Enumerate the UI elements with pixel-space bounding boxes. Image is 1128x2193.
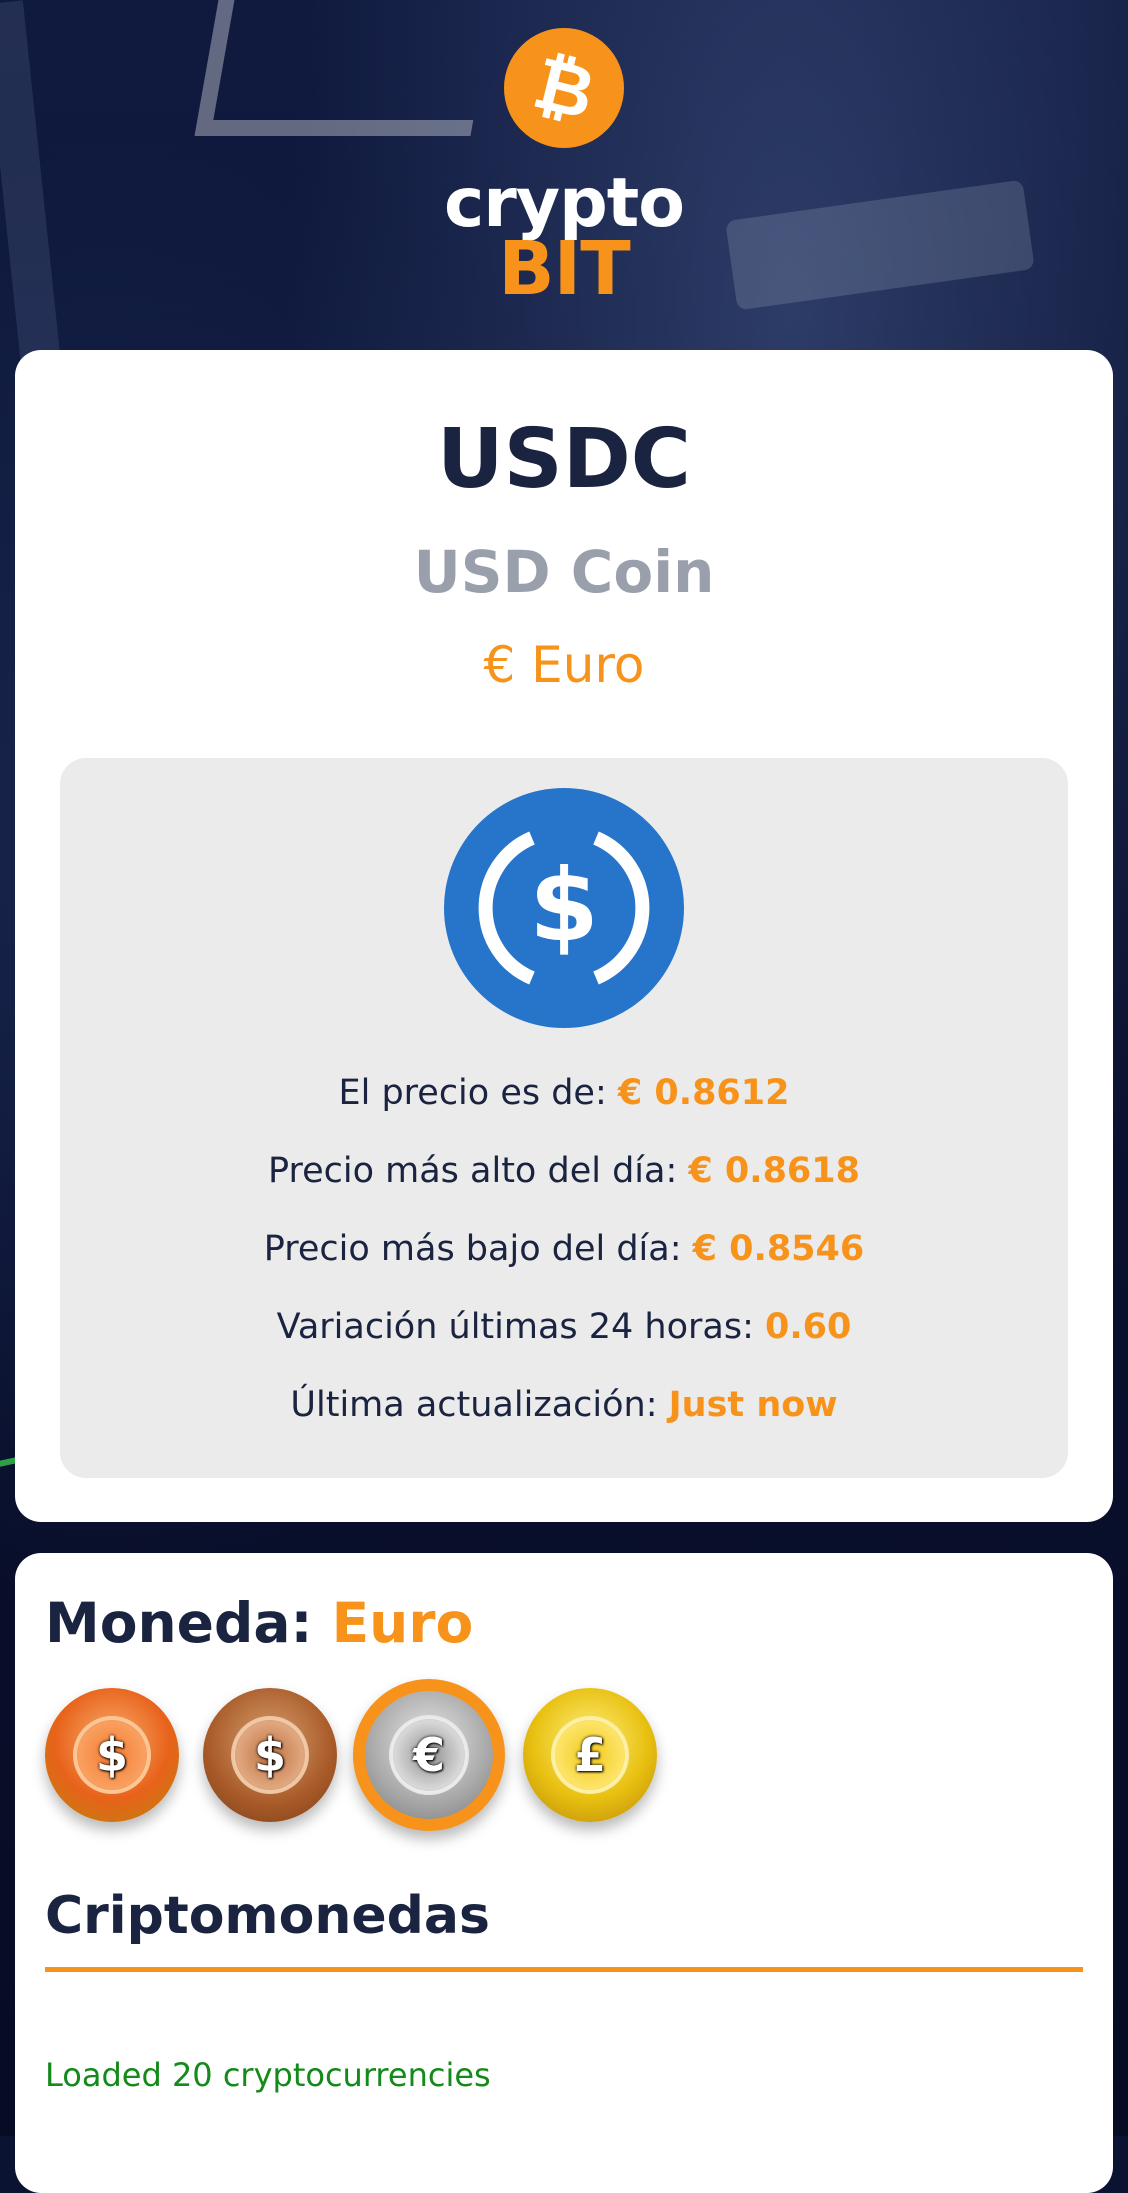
variation-row: Variación últimas 24 horas: 0.60 [60, 1302, 1068, 1352]
currency-heading-value: Euro [331, 1591, 474, 1655]
price-panel: $ El precio es de: € 0.8612 Precio más a… [60, 758, 1068, 1478]
high-value: € 0.8618 [688, 1151, 860, 1191]
variation-label: Variación últimas 24 horas: [276, 1307, 766, 1347]
crypto-detail-card: USDC USD Coin € Euro $ El precio es de: … [15, 350, 1113, 1522]
crypto-list-title: Criptomonedas [45, 1886, 490, 1946]
coin-symbol: € [412, 1728, 445, 1782]
coin-symbol: $ [95, 1728, 128, 1782]
high-label: Precio más alto del día: [267, 1151, 689, 1191]
currency-heading: Moneda: Euro [45, 1583, 473, 1663]
currency-heading-label: Moneda: [45, 1591, 332, 1655]
brand-name-bottom: BIT [498, 226, 630, 312]
eur-coin-button[interactable]: € [353, 1679, 505, 1831]
low-value: € 0.8546 [692, 1229, 865, 1269]
gbp-coin-button[interactable]: £ [523, 1688, 657, 1822]
bitcoin-icon: ₿ [504, 28, 624, 148]
crypto-name: USD Coin [413, 538, 715, 606]
price-label: El precio es de: [338, 1073, 618, 1113]
app-header: ₿ crypto BIT [0, 0, 1128, 340]
crypto-symbol: USDC [437, 412, 691, 507]
price-row: El precio es de: € 0.8612 [60, 1068, 1068, 1118]
coin-symbol: £ [573, 1728, 606, 1782]
logo-glyph: ₿ [525, 40, 603, 136]
svg-text:$: $ [529, 847, 599, 964]
euro-silver-coin-icon: € [389, 1715, 469, 1795]
dollar-orange-coin-icon: $ [73, 1716, 151, 1794]
last-update-label: Última actualización: [290, 1385, 669, 1425]
usdc-icon: $ [444, 788, 684, 1028]
price-value: € 0.8612 [617, 1073, 790, 1113]
divider [45, 1967, 1083, 1972]
low-label: Precio más bajo del día: [263, 1229, 693, 1269]
last-update-value: Just now [668, 1385, 838, 1425]
variation-value: 0.60 [765, 1307, 852, 1347]
dollar-bronze-coin-icon: $ [231, 1716, 309, 1794]
low-row: Precio más bajo del día: € 0.8546 [60, 1224, 1068, 1274]
pound-gold-coin-icon: £ [551, 1716, 629, 1794]
last-update-row: Última actualización: Just now [60, 1380, 1068, 1430]
usd-alt-coin-button[interactable]: $ [203, 1688, 337, 1822]
selected-currency: € Euro [483, 636, 645, 694]
high-row: Precio más alto del día: € 0.8618 [60, 1146, 1068, 1196]
coin-symbol: $ [253, 1728, 286, 1782]
load-status: Loaded 20 cryptocurrencies [45, 2056, 491, 2094]
currency-selector-card: Moneda: Euro $ $ € £ Criptomonedas Loade… [15, 1553, 1113, 2193]
usd-coin-button[interactable]: $ [45, 1688, 179, 1822]
